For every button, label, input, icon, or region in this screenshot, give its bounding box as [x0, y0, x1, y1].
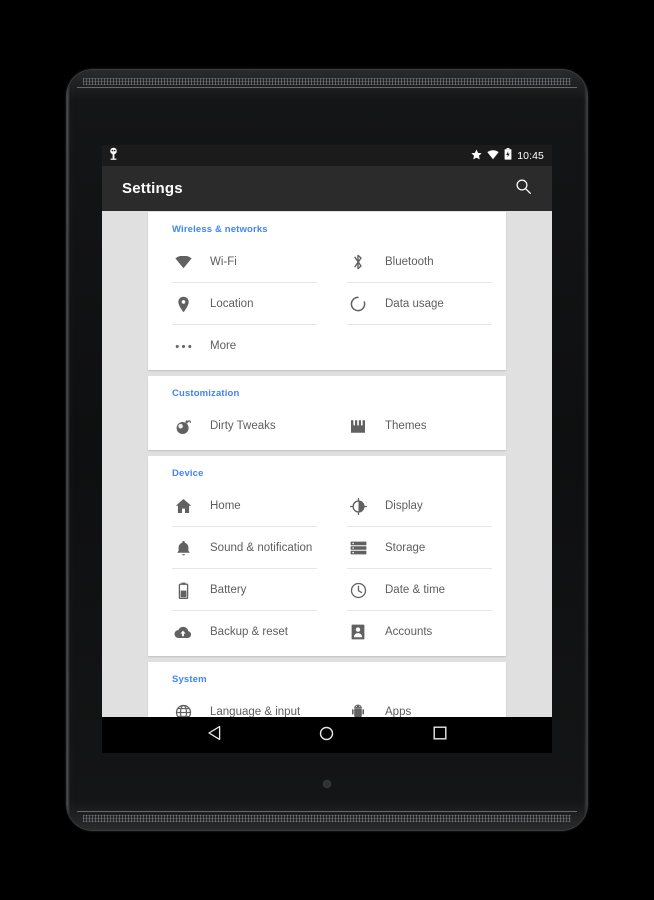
settings-row-themes[interactable]: Themes	[327, 405, 506, 447]
wifi-icon	[487, 147, 499, 165]
bottom-grille-line	[77, 811, 577, 812]
settings-list[interactable]: Wireless & networks Wi-Fi Bluetooth Loca…	[102, 211, 552, 717]
bell-icon	[172, 537, 194, 559]
settings-row-label: Location	[210, 298, 254, 310]
settings-row-language-input[interactable]: Language & input	[148, 691, 327, 717]
back-button[interactable]	[197, 719, 231, 753]
settings-row-date-time[interactable]: Date & time	[327, 569, 506, 611]
section-header-device: Device	[172, 468, 204, 479]
home-button[interactable]	[310, 719, 344, 753]
section-rows-wireless: Wi-Fi Bluetooth Location Data usage More	[148, 241, 506, 367]
settings-card-system: System Language & input Apps	[148, 662, 506, 717]
bottom-speaker-grille	[83, 815, 571, 822]
settings-row-battery[interactable]: Battery	[148, 569, 327, 611]
square-recents-icon	[433, 726, 447, 745]
settings-row-label: Wi-Fi	[210, 256, 237, 268]
settings-row-label: Bluetooth	[385, 256, 434, 268]
settings-row-location[interactable]: Location	[148, 283, 327, 325]
settings-row-label: Battery	[210, 584, 247, 596]
triangle-back-icon	[207, 725, 222, 746]
battery-icon	[504, 147, 512, 165]
settings-row-label: Sound & notification	[210, 542, 313, 554]
section-rows-system: Language & input Apps	[148, 691, 506, 717]
wifi-icon	[172, 251, 194, 273]
status-clock: 10:45	[517, 149, 544, 162]
settings-row-display[interactable]: Display	[327, 485, 506, 527]
settings-row-data-usage[interactable]: Data usage	[327, 283, 506, 325]
storage-icon	[347, 537, 369, 559]
settings-row-storage[interactable]: Storage	[327, 527, 506, 569]
star-icon	[471, 147, 482, 165]
brightness-icon	[347, 495, 369, 517]
settings-row-label: Accounts	[385, 626, 433, 638]
app-bar: Settings	[102, 166, 552, 211]
section-rows-device: Home Display Sound & notification Storag…	[148, 485, 506, 653]
section-header-system: System	[172, 674, 207, 685]
search-button[interactable]	[508, 174, 538, 204]
settings-row-label: Data usage	[385, 298, 444, 310]
settings-row-apps[interactable]: Apps	[327, 691, 506, 717]
settings-row-label: Language & input	[210, 706, 301, 717]
page-title: Settings	[122, 180, 183, 197]
settings-card-customization: Customization Dirty Tweaks Themes	[148, 376, 506, 450]
settings-row-accounts[interactable]: Accounts	[327, 611, 506, 653]
settings-row-label: Dirty Tweaks	[210, 420, 276, 432]
section-header-customization: Customization	[172, 388, 240, 399]
settings-row-bluetooth[interactable]: Bluetooth	[327, 241, 506, 283]
search-icon	[515, 178, 532, 200]
settings-row-label: Home	[210, 500, 241, 512]
settings-row-label: More	[210, 340, 237, 352]
tablet-device-frame: 10:45 Settings Wireless & networks Wi-Fi…	[67, 70, 587, 830]
settings-card-wireless: Wireless & networks Wi-Fi Bluetooth Loca…	[148, 212, 506, 370]
data-usage-icon	[347, 293, 369, 315]
navigation-bar	[102, 717, 552, 753]
settings-row-backup-reset[interactable]: Backup & reset	[148, 611, 327, 653]
top-speaker-grille	[83, 78, 571, 85]
status-bar-left-icons	[108, 147, 119, 165]
settings-row-sound-notification[interactable]: Sound & notification	[148, 527, 327, 569]
status-bar: 10:45	[102, 145, 552, 166]
section-header-wireless: Wireless & networks	[172, 224, 268, 235]
settings-card-device: Device Home Display Sound & notification…	[148, 456, 506, 656]
bluetooth-icon	[347, 251, 369, 273]
settings-row-label: Backup & reset	[210, 626, 288, 638]
more-dots-icon	[172, 335, 194, 357]
globe-icon	[172, 701, 194, 717]
top-grille-line	[77, 87, 577, 88]
account-icon	[347, 621, 369, 643]
crown-icon	[347, 415, 369, 437]
battery-icon	[172, 579, 194, 601]
settings-row-home[interactable]: Home	[148, 485, 327, 527]
circle-home-icon	[319, 726, 334, 746]
section-rows-customization: Dirty Tweaks Themes	[148, 405, 506, 447]
debug-droid-icon	[108, 147, 119, 165]
settings-row-label: Themes	[385, 420, 427, 432]
recents-button[interactable]	[423, 719, 457, 753]
tablet-screen: 10:45 Settings Wireless & networks Wi-Fi…	[102, 145, 552, 753]
android-icon	[347, 701, 369, 717]
settings-row-dirty-tweaks[interactable]: Dirty Tweaks	[148, 405, 327, 447]
home-icon	[172, 495, 194, 517]
status-bar-right-icons: 10:45	[471, 147, 544, 165]
settings-row-placeholder	[327, 325, 506, 367]
clock-icon	[347, 579, 369, 601]
bomb-icon	[172, 415, 194, 437]
location-pin-icon	[172, 293, 194, 315]
settings-row-label: Date & time	[385, 584, 446, 596]
settings-row-label: Apps	[385, 706, 412, 717]
cloud-upload-icon	[172, 621, 194, 643]
settings-row-label: Display	[385, 500, 423, 512]
settings-row-label: Storage	[385, 542, 426, 554]
settings-row-wifi[interactable]: Wi-Fi	[148, 241, 327, 283]
home-sensor-icon	[323, 780, 331, 788]
settings-row-more[interactable]: More	[148, 325, 327, 367]
